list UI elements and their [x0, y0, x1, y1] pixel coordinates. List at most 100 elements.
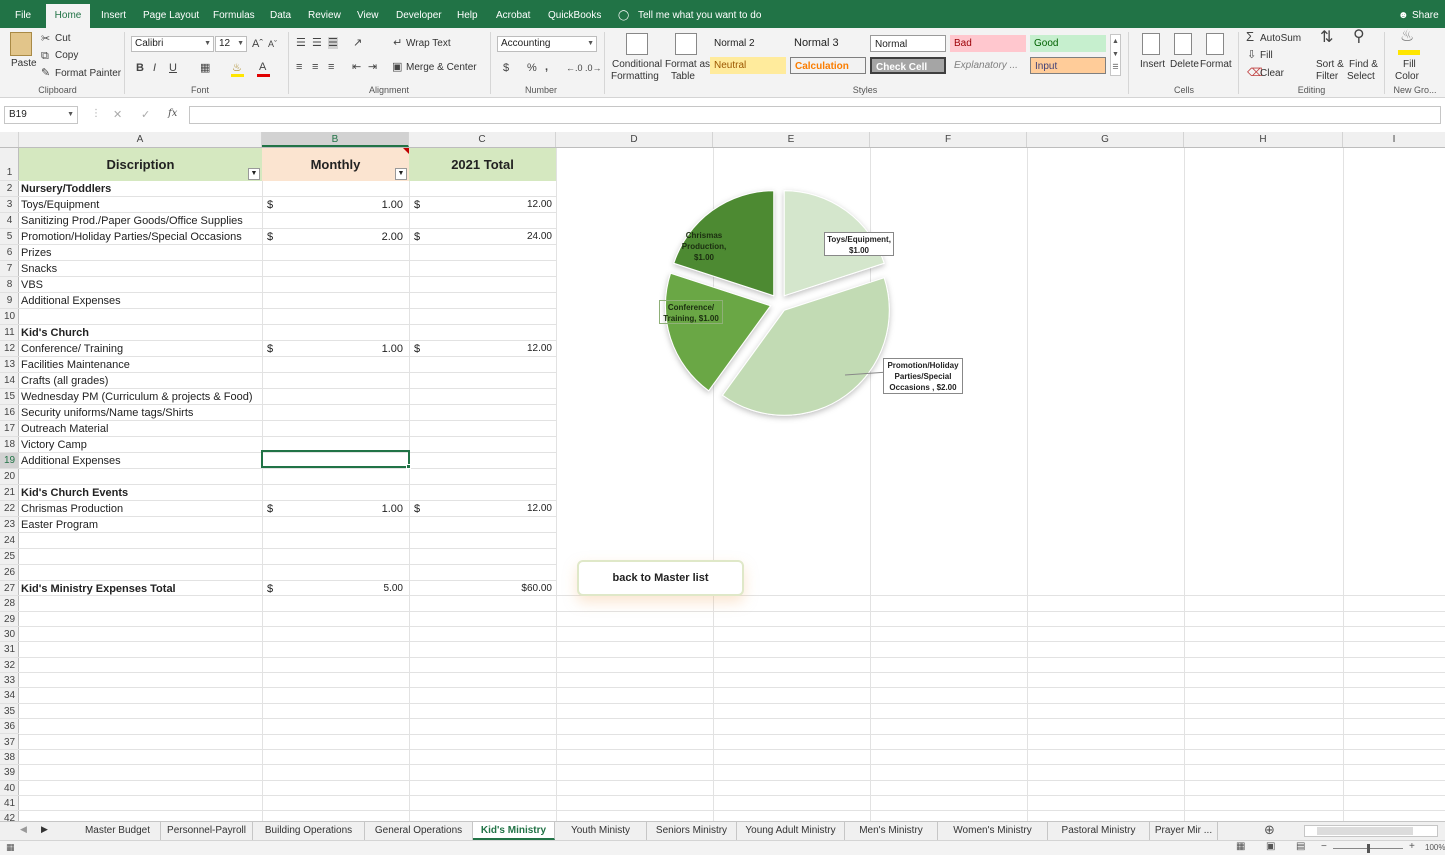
- cell-a12[interactable]: Conference/ Training: [21, 341, 261, 357]
- row-header-18[interactable]: 18: [0, 437, 19, 453]
- row-header-32[interactable]: 32: [0, 658, 19, 674]
- cell-b11[interactable]: [262, 325, 409, 341]
- share-button[interactable]: Share: [1412, 0, 1439, 28]
- tab-developer[interactable]: Developer: [396, 0, 442, 28]
- page-layout-view-icon[interactable]: ▣: [1266, 841, 1275, 852]
- cancel-icon[interactable]: ✕: [113, 108, 122, 121]
- cell-a2[interactable]: Nursery/Toddlers: [21, 181, 261, 197]
- fill-color-label-2[interactable]: Color: [1395, 71, 1419, 82]
- font-color-icon[interactable]: A: [259, 61, 266, 73]
- find-select-label-1[interactable]: Find &: [1349, 59, 1378, 70]
- cell-c5[interactable]: $24.00: [409, 229, 556, 245]
- tab-view[interactable]: View: [357, 0, 379, 28]
- sort-filter-icon[interactable]: ⇅: [1320, 30, 1333, 46]
- cell-b6[interactable]: [262, 245, 409, 261]
- row-header-20[interactable]: 20: [0, 469, 19, 485]
- row-header-38[interactable]: 38: [0, 750, 19, 766]
- paste-icon[interactable]: [10, 32, 32, 56]
- clear-button[interactable]: Clear: [1260, 68, 1284, 79]
- tab-help[interactable]: Help: [457, 0, 478, 28]
- cell-b14[interactable]: [262, 373, 409, 389]
- comma-button[interactable]: ,: [545, 61, 548, 73]
- italic-button[interactable]: I: [153, 62, 156, 74]
- format-as-table-icon[interactable]: [675, 33, 697, 55]
- cell-b20[interactable]: [262, 469, 409, 485]
- cell-c3[interactable]: $12.00: [409, 197, 556, 213]
- cell-a8[interactable]: VBS: [21, 277, 261, 293]
- cell-c6[interactable]: [409, 245, 556, 261]
- format-painter-button[interactable]: Format Painter: [55, 68, 121, 79]
- decrease-font-icon[interactable]: Aˇ: [268, 38, 277, 50]
- cell-c13[interactable]: [409, 357, 556, 373]
- row-header-19[interactable]: 19: [0, 453, 19, 469]
- sheet-tab-general-operations[interactable]: General Operations: [365, 822, 473, 840]
- cell-a14[interactable]: Crafts (all grades): [21, 373, 261, 389]
- cell-a15[interactable]: Wednesday PM (Curriculum & projects & Fo…: [21, 389, 261, 405]
- row-header-30[interactable]: 30: [0, 627, 19, 643]
- format-cells-button[interactable]: Format: [1200, 59, 1232, 70]
- cell-b15[interactable]: [262, 389, 409, 405]
- header-cell-c[interactable]: 2021 Total: [409, 148, 556, 181]
- worksheet-grid[interactable]: Discription ▼ Monthly ▼ 2021 Total Nurse…: [19, 148, 1445, 821]
- cell-c18[interactable]: [409, 437, 556, 453]
- header-cell-a[interactable]: Discription ▼: [19, 148, 262, 181]
- cell-a21[interactable]: Kid's Church Events: [21, 485, 261, 501]
- cell-c22[interactable]: $12.00: [409, 501, 556, 517]
- sheet-tab-personnel-payroll[interactable]: Personnel-Payroll: [161, 822, 253, 840]
- increase-decimal-icon[interactable]: ←.0: [566, 62, 583, 74]
- increase-font-icon[interactable]: Aˆ: [252, 38, 263, 50]
- cell-b5[interactable]: $2.00: [262, 229, 409, 245]
- row-header-26[interactable]: 26: [0, 565, 19, 581]
- prev-sheet-icon[interactable]: ◀: [20, 824, 27, 835]
- cell-b17[interactable]: [262, 421, 409, 437]
- merge-center-button[interactable]: Merge & Center: [406, 62, 477, 73]
- row-header-23[interactable]: 23: [0, 517, 19, 533]
- tab-page-layout[interactable]: Page Layout: [143, 0, 199, 28]
- cell-a18[interactable]: Victory Camp: [21, 437, 261, 453]
- tab-home[interactable]: Home: [46, 4, 90, 28]
- normal-view-icon[interactable]: ▦: [1236, 841, 1245, 852]
- style-normal-3[interactable]: Normal 3: [790, 35, 866, 52]
- tab-formulas[interactable]: Formulas: [213, 0, 255, 28]
- cell-a13[interactable]: Facilities Maintenance: [21, 357, 261, 373]
- column-header-g[interactable]: G: [1027, 132, 1184, 147]
- sheet-tab-seniors-ministry[interactable]: Seniors Ministry: [647, 822, 737, 840]
- row-header-41[interactable]: 41: [0, 796, 19, 812]
- magnifier-icon[interactable]: ⚲: [1353, 29, 1365, 45]
- bold-button[interactable]: B: [136, 62, 144, 74]
- row-header-17[interactable]: 17: [0, 421, 19, 437]
- pie-label-conference[interactable]: Conference/ Training, $1.00: [659, 300, 723, 324]
- cell-b12[interactable]: $1.00: [262, 341, 409, 357]
- cell-c9[interactable]: [409, 293, 556, 309]
- paint-bucket-icon[interactable]: ♨: [1400, 29, 1414, 45]
- sheet-tab-building-operations[interactable]: Building Operations: [253, 822, 365, 840]
- cell-b23[interactable]: [262, 517, 409, 533]
- sheet-tab-prayer-mir[interactable]: Prayer Mir ...: [1150, 822, 1218, 840]
- formula-input[interactable]: [189, 106, 1441, 124]
- header-cell-b[interactable]: Monthly ▼: [262, 148, 409, 181]
- cell-c14[interactable]: [409, 373, 556, 389]
- row-header-39[interactable]: 39: [0, 765, 19, 781]
- row-header-28[interactable]: 28: [0, 596, 19, 612]
- row-header-11[interactable]: 11: [0, 325, 19, 341]
- selected-cell-b19[interactable]: [261, 450, 410, 468]
- enter-icon[interactable]: ✓: [141, 108, 150, 121]
- fill-color-icon[interactable]: ♨: [232, 62, 242, 74]
- add-sheet-icon[interactable]: ⊕: [1264, 822, 1275, 838]
- sheet-tab-women-s-ministry[interactable]: Women's Ministry: [938, 822, 1048, 840]
- row-header-35[interactable]: 35: [0, 704, 19, 720]
- row-header-24[interactable]: 24: [0, 533, 19, 549]
- macro-record-icon[interactable]: ▦: [6, 842, 15, 853]
- zoom-slider-thumb[interactable]: [1367, 844, 1370, 853]
- cell-b9[interactable]: [262, 293, 409, 309]
- row-header-1[interactable]: 1: [0, 148, 19, 181]
- cell-a22[interactable]: Chrismas Production: [21, 501, 261, 517]
- zoom-in-icon[interactable]: +: [1409, 841, 1415, 852]
- row-header-12[interactable]: 12: [0, 341, 19, 357]
- row-header-8[interactable]: 8: [0, 277, 19, 293]
- cell-c21[interactable]: [409, 485, 556, 501]
- column-header-d[interactable]: D: [556, 132, 713, 147]
- row-header-10[interactable]: 10: [0, 309, 19, 325]
- cell-a17[interactable]: Outreach Material: [21, 421, 261, 437]
- row-header-33[interactable]: 33: [0, 673, 19, 689]
